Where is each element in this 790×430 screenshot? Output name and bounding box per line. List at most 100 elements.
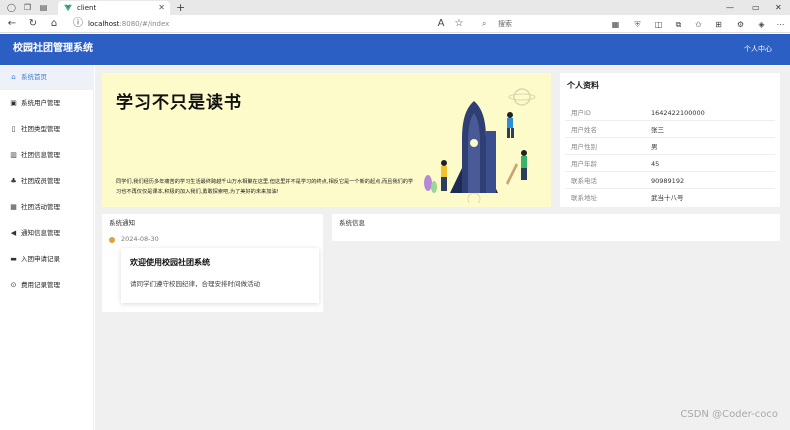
row-divider <box>565 154 775 155</box>
megaphone-icon: ◀ <box>10 229 17 237</box>
group-icon: ♣ <box>10 177 17 185</box>
sidebar-item-label: 系统首页 <box>21 73 47 81</box>
sidebar-item-club-members[interactable]: ♣ 社团成员管理 <box>0 170 94 194</box>
extension-icon[interactable]: ▦ <box>610 19 621 30</box>
split-screen-icon[interactable]: ⧉ <box>673 19 684 30</box>
search-box[interactable]: ⌕ 搜索 <box>476 18 588 30</box>
banner-description: 同学们,我们经历多年痛苦的学习生活最终跨越千山万水相聚在这里,但这里并不是学习的… <box>116 179 414 195</box>
profile-key: 联系地址 <box>571 194 597 202</box>
favorite-star-icon[interactable]: ☆ <box>452 17 466 31</box>
sidebar-item-notices[interactable]: ◀ 通知信息管理 <box>0 222 94 246</box>
sidebar-item-label: 社团类型管理 <box>21 125 60 133</box>
inbox-icon: ▬ <box>10 255 17 263</box>
user-box-icon: ▣ <box>10 99 17 107</box>
row-divider <box>565 120 775 121</box>
calendar-icon: ▦ <box>10 203 17 211</box>
read-aloud-icon[interactable]: A <box>434 17 448 31</box>
sidebar-toggle-icon[interactable]: ◫ <box>653 19 664 30</box>
system-notice-panel: 系统通知 2024-08-30 欢迎使用校园社团系统 请同学们遵守校园纪律，合理… <box>102 214 323 312</box>
system-info-title: 系统信息 <box>339 219 365 227</box>
notice-card-body: 请同学们遵守校园纪律，合理安排时间做活动 <box>130 280 260 288</box>
profile-row: 联系电话 90989192 <box>560 173 780 189</box>
profile-title: 个人资料 <box>567 81 599 90</box>
sidebar-item-label: 社团活动管理 <box>21 203 60 211</box>
sidebar-item-home[interactable]: ⌂ 系统首页 <box>0 66 94 90</box>
row-divider <box>565 137 775 138</box>
sidebar-item-label: 社团成员管理 <box>21 177 60 185</box>
doc-icon: ▯ <box>11 125 16 133</box>
profile-row: 用户ID 1642422100000 <box>560 105 780 121</box>
collections-icon[interactable]: ❐ <box>22 2 33 13</box>
profile-value: 男 <box>651 143 658 151</box>
notice-panel-title: 系统通知 <box>109 219 135 227</box>
banner-headline: 学习不只是读书 <box>116 93 242 113</box>
profile-value: 90989192 <box>651 177 685 185</box>
back-icon[interactable]: ← <box>5 17 19 31</box>
sidebar: ⌂ 系统首页 ▣ 系统用户管理 ▯ 社团类型管理 ▥ 社团信息管理 ♣ 社团成员… <box>0 66 94 430</box>
browser-window: ◯ ❐ ▤ client ✕ + — ▭ ✕ ← ↻ ⌂ ⓘ localhost… <box>0 0 790 430</box>
tab-client[interactable]: client ✕ <box>58 1 170 15</box>
sidebar-item-club-info[interactable]: ▥ 社团信息管理 <box>0 144 94 168</box>
coin-icon: ⊙ <box>10 281 17 289</box>
sidebar-item-club-activities[interactable]: ▦ 社团活动管理 <box>0 196 94 220</box>
search-placeholder: 搜索 <box>498 20 512 28</box>
url-field[interactable]: localhost:8080/#/index <box>88 18 169 30</box>
profile-key: 用户年龄 <box>571 160 597 168</box>
sidebar-item-fees[interactable]: ⊙ 费用记录管理 <box>0 274 94 298</box>
profile-row: 用户性别 男 <box>560 139 780 155</box>
profile-key: 用户性别 <box>571 143 597 151</box>
welcome-banner: 学习不只是读书 同学们,我们经历多年痛苦的学习生活最终跨越千山万水相聚在这里,但… <box>102 73 551 207</box>
sidebar-item-club-types[interactable]: ▯ 社团类型管理 <box>0 118 94 142</box>
timeline-dot <box>109 237 115 243</box>
maximize-icon[interactable]: ▭ <box>752 0 760 15</box>
watermark: CSDN @Coder-coco <box>680 409 778 420</box>
sidebar-item-applications[interactable]: ▬ 入团申请记录 <box>0 248 94 272</box>
system-info-panel: 系统信息 <box>332 214 780 241</box>
profile-icon[interactable]: ◯ <box>6 2 17 13</box>
close-tab-icon[interactable]: ✕ <box>158 2 165 14</box>
sidebar-item-label: 入团申请记录 <box>21 255 60 263</box>
home-icon: ⌂ <box>11 73 16 81</box>
sidebar-item-users[interactable]: ▣ 系统用户管理 <box>0 92 94 116</box>
profile-key: 联系电话 <box>571 177 597 185</box>
home-icon[interactable]: ⌂ <box>47 17 61 31</box>
profile-row: 用户年龄 45 <box>560 156 780 172</box>
collections-bar-icon[interactable]: ⊞ <box>713 19 724 30</box>
new-tab-icon[interactable]: + <box>176 0 185 15</box>
info-icon[interactable]: ⓘ <box>71 17 85 31</box>
profile-value: 武当十八号 <box>651 194 684 202</box>
notice-date: 2024-08-30 <box>121 235 159 243</box>
search-icon: ⌕ <box>482 19 487 28</box>
sidebar-item-label: 系统用户管理 <box>21 99 60 107</box>
refresh-icon[interactable]: ↻ <box>26 17 40 31</box>
tab-actions-icon[interactable]: ▤ <box>38 2 49 13</box>
more-menu-icon[interactable]: ⋯ <box>775 19 786 30</box>
sidebar-item-label: 社团信息管理 <box>21 151 60 159</box>
rocket-illustration <box>424 88 536 203</box>
tab-bar: ◯ ❐ ▤ client ✕ + — ▭ ✕ <box>0 0 790 15</box>
profile-row: 联系地址 武当十八号 <box>560 190 780 206</box>
profile-value: 45 <box>651 160 660 168</box>
copilot-icon[interactable]: ◈ <box>756 19 767 30</box>
notice-card-title: 欢迎使用校园社团系统 <box>130 258 210 267</box>
profile-card: 个人资料 用户ID 1642422100000 用户姓名 张三 用户性别 男 用… <box>560 73 780 207</box>
favorites-icon[interactable]: ✩ <box>693 19 704 30</box>
url-host: localhost <box>88 20 120 28</box>
sidebar-item-label: 通知信息管理 <box>21 229 60 237</box>
close-window-icon[interactable]: ✕ <box>775 0 782 15</box>
profile-value: 张三 <box>651 126 664 134</box>
profile-row: 用户姓名 张三 <box>560 122 780 138</box>
vue-logo-icon <box>64 4 72 12</box>
tab-title: client <box>77 4 97 12</box>
minimize-icon[interactable]: — <box>726 0 734 15</box>
notice-card[interactable]: 欢迎使用校园社团系统 请同学们遵守校园纪律，合理安排时间做活动 <box>121 248 319 303</box>
browser-extensions-icon[interactable]: ⚙ <box>735 19 746 30</box>
profile-value: 1642422100000 <box>651 109 705 117</box>
row-divider <box>565 188 775 189</box>
shield-icon[interactable]: ⛨ <box>632 19 643 30</box>
url-path: :8080/#/index <box>119 20 170 28</box>
profile-key: 用户姓名 <box>571 126 597 134</box>
sidebar-item-label: 费用记录管理 <box>21 281 60 289</box>
app-title: 校园社团管理系统 <box>13 43 93 54</box>
user-center-link[interactable]: 个人中心 <box>744 43 772 55</box>
